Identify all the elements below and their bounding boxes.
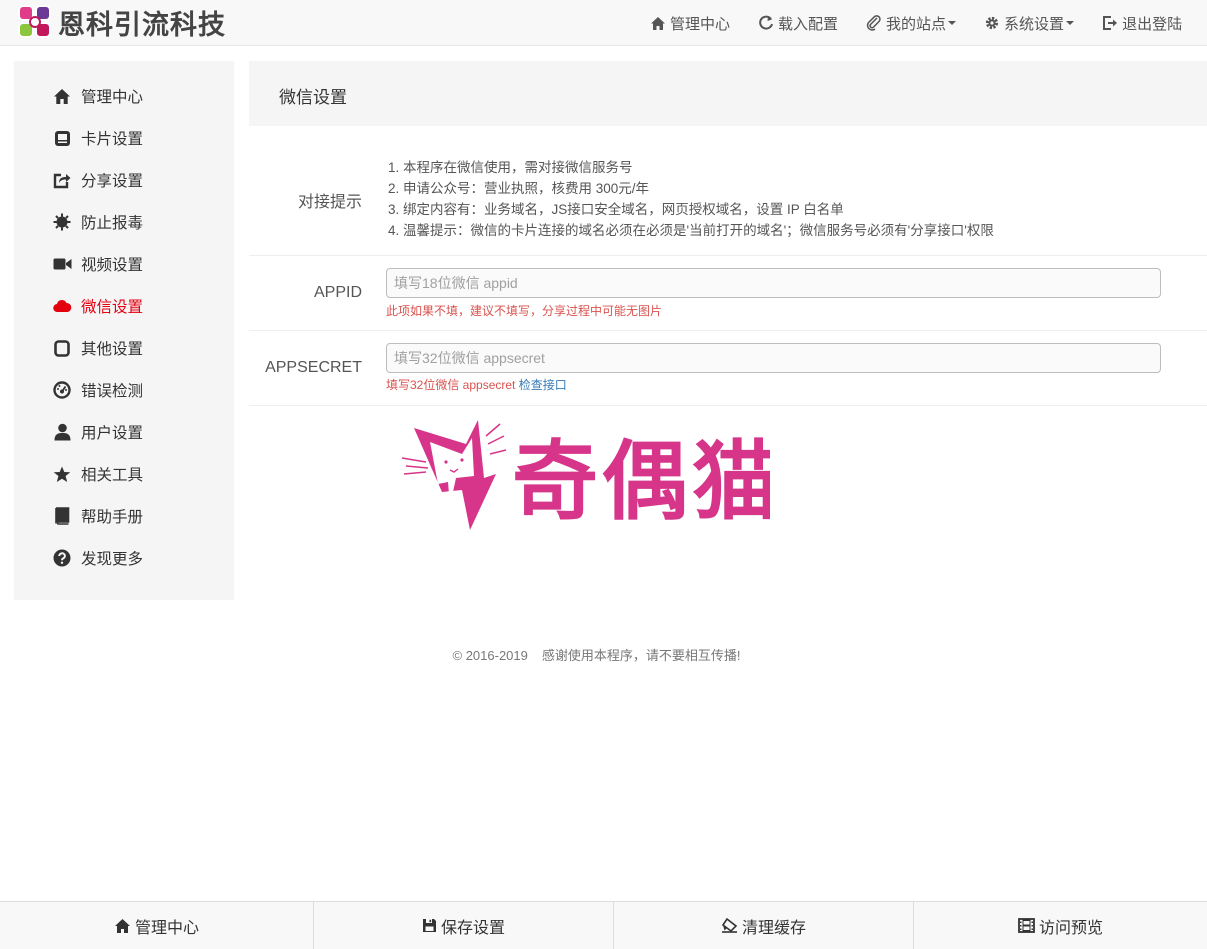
video-icon — [52, 254, 72, 274]
bottom-dashboard-button[interactable]: 管理中心 — [0, 902, 314, 949]
nav-item-system-settings[interactable]: 系统设置 — [984, 13, 1075, 34]
sidebar-item-user[interactable]: 用户设置 — [52, 420, 143, 444]
tips-list: 1. 本程序在微信使用，需对接微信服务号 2. 申请公众号：营业执照，核费用 3… — [388, 157, 994, 241]
share-icon — [52, 170, 72, 190]
save-settings-label: 保存设置 — [440, 919, 505, 937]
sidebar-item-label: 其他设置 — [81, 341, 144, 358]
nav-item-label: 我的站点 — [886, 15, 947, 33]
top-navbar: 恩科引流科技 管理中心 载入配置 我的站点 系统设置 退出登陆 — [0, 0, 1207, 46]
sidebar-item-dashboard[interactable]: 管理中心 — [52, 84, 143, 108]
row-divider — [249, 255, 1207, 256]
sidebar-item-label: 用户设置 — [81, 425, 144, 442]
nav-item-logout[interactable]: 退出登陆 — [1102, 13, 1182, 34]
footer-note: 感谢使用本程序，请不要相互传播! — [541, 648, 741, 663]
sidebar: 管理中心 卡片设置 分享设置 防止报毒 视频设置 微信设置 其他设置 错误检测 … — [14, 61, 234, 600]
preview-button[interactable]: 访问预览 — [914, 902, 1207, 949]
user-icon — [52, 422, 72, 442]
chevron-down-icon — [948, 21, 957, 25]
book-icon — [52, 506, 72, 526]
sidebar-item-wechat[interactable]: 微信设置 — [52, 294, 143, 318]
appsecret-help: 填写32位微信 appsecret 检查接口 — [386, 376, 567, 393]
virus-icon — [52, 212, 72, 232]
brand-name: 恩科引流科技 — [58, 9, 226, 41]
brand-logo-icon — [16, 3, 54, 41]
question-icon — [52, 548, 72, 568]
square-icon — [52, 338, 72, 358]
sidebar-item-error-check[interactable]: 错误检测 — [52, 378, 143, 402]
tips-label: 对接提示 — [297, 194, 362, 211]
appsecret-label: APPSECRET — [265, 359, 362, 376]
logout-icon — [1103, 16, 1118, 30]
sidebar-item-label: 分享设置 — [81, 173, 144, 190]
cat-mascot-icon — [401, 420, 507, 530]
nav-item-dashboard[interactable]: 管理中心 — [650, 13, 730, 34]
tips-line: 4. 温馨提示：微信的卡片连接的域名必须在必须是'当前打开的域名'；微信服务号必… — [388, 223, 994, 238]
row-divider — [249, 405, 1207, 406]
tips-line: 1. 本程序在微信使用，需对接微信服务号 — [388, 160, 633, 175]
home-icon — [651, 16, 665, 30]
nav-item-label: 系统设置 — [1004, 15, 1065, 33]
sidebar-item-label: 错误检测 — [81, 383, 144, 400]
sidebar-item-label: 视频设置 — [81, 257, 144, 274]
save-icon — [422, 919, 436, 932]
sidebar-item-label: 微信设置 — [81, 299, 144, 316]
nav-item-load-config[interactable]: 载入配置 — [758, 13, 838, 34]
sidebar-item-share[interactable]: 分享设置 — [52, 168, 143, 192]
preview-label: 访问预览 — [1038, 919, 1103, 937]
nav-item-label: 管理中心 — [670, 15, 731, 33]
film-icon — [1018, 918, 1035, 933]
sidebar-item-label: 发现更多 — [81, 551, 144, 568]
watermark-logo: 奇偶猫 — [401, 420, 770, 532]
cloud-icon — [52, 296, 72, 316]
panel-header: 微信设置 — [249, 61, 1207, 126]
nav-item-my-sites[interactable]: 我的站点 — [866, 13, 957, 34]
dashboard-icon — [52, 380, 72, 400]
appid-help: 此项如果不填，建议不填写，分享过程中可能无图片 — [386, 304, 663, 318]
star-icon — [52, 464, 72, 484]
appsecret-input[interactable] — [386, 343, 1161, 373]
tips-line: 3. 绑定内容有：业务域名，JS接口安全域名，网页授权域名，设置 IP 白名单 — [388, 202, 844, 217]
bottom-dashboard-label: 管理中心 — [134, 919, 199, 937]
sidebar-item-tools[interactable]: 相关工具 — [52, 462, 143, 486]
sidebar-item-label: 防止报毒 — [81, 215, 144, 232]
bottom-action-bar: 管理中心 保存设置 清理缓存 访问预览 — [0, 901, 1207, 949]
tips-line: 2. 申请公众号：营业执照，核费用 300元/年 — [388, 181, 650, 196]
sidebar-item-other[interactable]: 其他设置 — [52, 336, 143, 360]
chevron-down-icon — [1066, 21, 1075, 25]
footer: © 2016-2019 感谢使用本程序，请不要相互传播! — [0, 645, 1207, 664]
appid-input[interactable] — [386, 268, 1161, 298]
appid-label: APPID — [313, 284, 362, 301]
clear-cache-button[interactable]: 清理缓存 — [614, 902, 914, 949]
clear-cache-label: 清理缓存 — [741, 919, 806, 937]
sidebar-item-manual[interactable]: 帮助手册 — [52, 504, 143, 528]
gear-icon — [985, 16, 999, 30]
save-settings-button[interactable]: 保存设置 — [314, 902, 614, 949]
sidebar-item-label: 管理中心 — [81, 89, 144, 106]
nav-item-label: 退出登陆 — [1122, 15, 1183, 33]
paperclip-icon — [866, 15, 881, 31]
top-nav-menu: 管理中心 载入配置 我的站点 系统设置 退出登陆 — [650, 0, 1207, 46]
check-interface-link[interactable]: 检查接口 — [519, 378, 567, 392]
refresh-icon — [759, 15, 773, 30]
sidebar-item-discover[interactable]: 发现更多 — [52, 546, 143, 570]
appsecret-help-text: 填写32位微信 appsecret — [386, 378, 516, 392]
page-title: 微信设置 — [279, 88, 347, 107]
sidebar-item-label: 帮助手册 — [81, 509, 144, 526]
home-icon — [52, 86, 72, 106]
home-icon — [114, 918, 130, 933]
sidebar-item-label: 卡片设置 — [81, 131, 144, 148]
nav-item-label: 载入配置 — [778, 15, 839, 33]
eraser-icon — [721, 918, 738, 933]
sidebar-item-label: 相关工具 — [81, 467, 144, 484]
footer-copyright: © 2016-2019 — [452, 648, 528, 663]
sidebar-item-video[interactable]: 视频设置 — [52, 252, 143, 276]
watermark-text: 奇偶猫 — [512, 432, 770, 532]
brand[interactable]: 恩科引流科技 — [16, 3, 226, 41]
sidebar-item-antivirus[interactable]: 防止报毒 — [52, 210, 143, 234]
row-divider — [249, 330, 1207, 331]
card-icon — [52, 128, 72, 148]
sidebar-item-card[interactable]: 卡片设置 — [52, 126, 143, 150]
